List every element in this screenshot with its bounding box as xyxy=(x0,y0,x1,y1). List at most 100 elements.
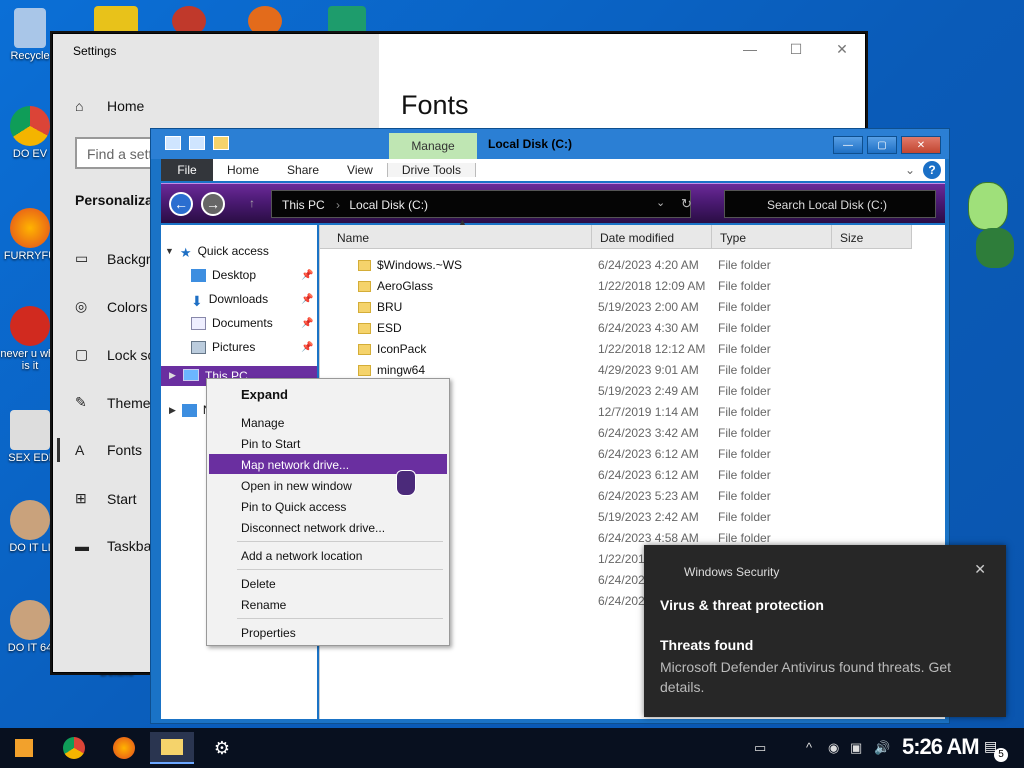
close-icon[interactable]: ✕ xyxy=(819,34,865,64)
menu-item-disconnect-drive[interactable]: Disconnect network drive... xyxy=(241,521,385,535)
keyboard-icon[interactable]: ▭ xyxy=(754,740,766,756)
column-name[interactable]: Name xyxy=(320,225,592,249)
nav-downloads[interactable]: ⬇ Downloads 📌 xyxy=(191,289,313,309)
address-bar[interactable]: This PC › Local Disk (C:) xyxy=(271,190,691,218)
vivaldi-shortcut-icon[interactable] xyxy=(172,6,206,36)
settings-nav-taskbar[interactable]: ▬ Taskbar xyxy=(75,538,156,554)
column-size[interactable]: Size xyxy=(832,225,912,249)
explorer-search-input[interactable]: Search Local Disk (C:) xyxy=(724,190,936,218)
security-notification[interactable]: Windows Security ✕ Virus & threat protec… xyxy=(644,545,1006,717)
settings-nav-colors[interactable]: ◎ Colors xyxy=(75,298,147,315)
chrome-taskbar-icon[interactable] xyxy=(52,732,96,764)
chevron-up-icon[interactable]: ^ xyxy=(806,740,812,755)
camera-icon[interactable]: ◉ xyxy=(828,740,839,756)
menu-item-map-network-drive[interactable]: Map network drive... xyxy=(241,458,349,472)
minimize-icon[interactable]: — xyxy=(833,136,863,154)
palette-icon: ◎ xyxy=(75,298,88,314)
menu-item-expand[interactable]: Expand xyxy=(241,387,288,402)
menu-item-pin-quick-access[interactable]: Pin to Quick access xyxy=(241,500,346,514)
tab-drive-tools[interactable]: Drive Tools xyxy=(386,163,476,177)
menu-item-open-new-window[interactable]: Open in new window xyxy=(241,479,352,493)
firefox-desktop-icon[interactable]: FURRYFU xyxy=(0,208,60,262)
properties-icon[interactable] xyxy=(189,136,205,150)
file-name: mingw64 xyxy=(377,363,426,377)
back-arrow-icon[interactable]: ← xyxy=(169,192,193,216)
type-cell: File folder xyxy=(718,510,771,524)
network-icon[interactable]: ▣ xyxy=(850,740,862,756)
start-button[interactable] xyxy=(2,732,46,764)
portrait-shortcut-icon[interactable]: DO IT 64 xyxy=(0,600,60,654)
nav-documents[interactable]: Documents 📌 xyxy=(191,313,313,333)
table-row[interactable]: IconPack 1/22/2018 12:12 AM File folder xyxy=(320,339,920,360)
settings-home-label: Home xyxy=(107,98,145,114)
settings-nav-background[interactable]: ▭ Backgro xyxy=(75,250,158,267)
file-explorer-taskbar-icon[interactable] xyxy=(150,732,194,764)
firefox-taskbar-icon[interactable] xyxy=(102,732,146,764)
nav-quick-access[interactable]: ▼ ★ Quick access xyxy=(165,241,269,261)
close-icon[interactable]: ✕ xyxy=(974,561,986,578)
firefox-shortcut-icon[interactable] xyxy=(248,6,282,36)
folder-icon xyxy=(358,343,371,355)
table-row[interactable]: BRU 5/19/2023 2:00 AM File folder xyxy=(320,297,920,318)
maximize-icon[interactable]: ☐ xyxy=(773,34,819,64)
recycle-bin-icon[interactable]: Recycle xyxy=(0,8,60,62)
column-type[interactable]: Type xyxy=(712,225,832,249)
menu-item-manage[interactable]: Manage xyxy=(241,416,284,430)
new-folder-icon[interactable] xyxy=(213,136,229,150)
forward-arrow-icon[interactable]: → xyxy=(201,192,225,216)
network-icon xyxy=(181,403,197,417)
menu-item-add-network-location[interactable]: Add a network location xyxy=(241,549,362,563)
folder-icon xyxy=(358,280,371,292)
settings-nav-lockscreen[interactable]: ▢ Lock scr xyxy=(75,346,159,363)
menu-item-delete[interactable]: Delete xyxy=(241,577,276,591)
menu-item-pin-start[interactable]: Pin to Start xyxy=(241,437,300,451)
maximize-icon[interactable]: ▢ xyxy=(867,136,897,154)
settings-gear-icon[interactable]: ⚙ xyxy=(200,732,244,764)
close-icon[interactable]: ✕ xyxy=(901,136,941,154)
minimize-icon[interactable]: — xyxy=(727,34,773,64)
tab-home[interactable]: Home xyxy=(213,163,273,177)
clock[interactable]: 5:26 AM xyxy=(902,734,980,760)
sort-arrow-icon: ▲ xyxy=(458,217,467,227)
up-arrow-icon[interactable]: ↑ xyxy=(249,196,255,210)
app-shortcut-icon[interactable] xyxy=(94,6,138,36)
volume-icon[interactable]: 🔊 xyxy=(874,740,890,756)
settings-home[interactable]: ⌂ Home xyxy=(75,98,144,114)
tab-view[interactable]: View xyxy=(333,163,387,177)
table-row[interactable]: ESD 6/24/2023 4:30 AM File folder xyxy=(320,318,920,339)
drive-icon[interactable] xyxy=(165,136,181,150)
tab-manage[interactable]: Manage xyxy=(389,133,477,159)
nav-pictures[interactable]: Pictures 📌 xyxy=(191,337,313,357)
hx-shortcut-icon[interactable]: SEX EDI xyxy=(0,410,60,464)
this-pc-breadcrumb[interactable]: This PC xyxy=(282,198,325,212)
brush-icon: ✎ xyxy=(75,394,87,410)
tab-share[interactable]: Share xyxy=(273,163,333,177)
nav-desktop[interactable]: Desktop 📌 xyxy=(191,265,313,285)
expand-arrow-icon[interactable]: ▶ xyxy=(169,370,176,381)
settings-nav-fonts[interactable]: A Fonts xyxy=(75,442,142,458)
help-icon[interactable]: ? xyxy=(923,161,941,179)
publisher-shortcut-icon[interactable] xyxy=(328,6,366,36)
menu-item-rename[interactable]: Rename xyxy=(241,598,286,612)
expand-arrow-icon[interactable]: ▶ xyxy=(169,405,176,416)
disk-breadcrumb[interactable]: Local Disk (C:) xyxy=(349,198,428,212)
lockscreen-icon: ▢ xyxy=(75,346,89,362)
notification-heading: Virus & threat protection xyxy=(660,597,824,613)
table-row[interactable]: $Windows.~WS 6/24/2023 4:20 AM File folder xyxy=(320,255,920,276)
expand-arrow-icon[interactable]: ▼ xyxy=(165,246,174,256)
refresh-icon[interactable]: ↻ xyxy=(681,196,692,212)
table-row[interactable]: AeroGlass 1/22/2018 12:09 AM File folder xyxy=(320,276,920,297)
settings-nav-themes[interactable]: ✎ Themes xyxy=(75,394,158,411)
chevron-down-icon[interactable]: ⌄ xyxy=(905,163,915,177)
chrome-shortcut-icon[interactable]: DO EV xyxy=(0,106,60,160)
date-modified-cell: 6/24/202 xyxy=(598,573,645,587)
settings-nav-start[interactable]: ⊞ Start xyxy=(75,490,137,507)
column-date-modified[interactable]: Date modified xyxy=(592,225,712,249)
address-dropdown-icon[interactable]: ⌄ xyxy=(656,196,665,209)
menu-item-properties[interactable]: Properties xyxy=(241,626,296,640)
date-modified-cell: 6/24/2023 4:20 AM xyxy=(598,258,699,272)
portrait-shortcut-icon[interactable]: DO IT LI xyxy=(0,500,60,554)
devcpp-shortcut-icon[interactable]: never u why is it xyxy=(0,306,60,372)
tab-file[interactable]: File xyxy=(161,159,213,181)
type-cell: File folder xyxy=(718,300,771,314)
